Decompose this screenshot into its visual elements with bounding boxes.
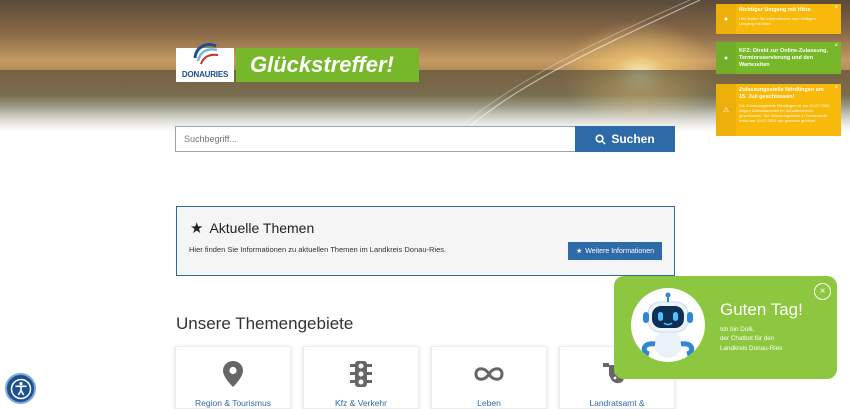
info-icon: ● — [716, 42, 736, 74]
card-label: Kfz & Verkehr — [335, 398, 387, 408]
chatbot-avatar — [631, 288, 705, 362]
card-region-tourismus[interactable]: Region & Tourismus — [175, 346, 291, 409]
card-label: Region & Tourismus — [195, 398, 271, 408]
chatbot-intro: Ich bin Dolli, der Chatbot für den Landk… — [720, 325, 782, 353]
notice-title: Richtiger Umgang mit Hitze — [739, 7, 811, 13]
notice-text: Die Zulassungsstelle Nördlingen ist am 1… — [739, 102, 830, 124]
notice-title: KFZ: Direkt zur Online-Zulassung, Termin… — [739, 48, 828, 68]
site-logo[interactable]: DONAURIES — [176, 43, 234, 82]
info-icon: ● — [716, 4, 736, 34]
chatbot-line: Landkreis Donau-Ries — [720, 344, 783, 352]
section-heading: Unsere Themengebiete — [176, 314, 354, 333]
more-info-button[interactable]: ★ Weitere Informationen — [568, 242, 662, 260]
map-pin-icon — [223, 361, 243, 387]
card-label: Leben — [477, 398, 501, 408]
accessibility-button[interactable] — [5, 373, 36, 404]
search-button[interactable]: Suchen — [575, 126, 675, 152]
more-info-label: Weitere Informationen — [585, 247, 655, 255]
card-leben[interactable]: Leben — [431, 346, 547, 409]
star-icon: ★ — [190, 220, 204, 237]
close-icon[interactable]: × — [834, 85, 838, 91]
chatbot-widget[interactable]: Guten Tag! Ich bin Dolli, der Chatbot fü… — [614, 276, 837, 379]
warning-icon: ⚠ — [716, 84, 736, 136]
robot-icon — [641, 292, 695, 358]
notice-hitze[interactable]: ● Richtiger Umgang mit Hitze Hier finden… — [716, 4, 841, 34]
traffic-light-icon — [350, 361, 372, 387]
themen-title: ★ Aktuelle Themen — [190, 219, 314, 237]
infinity-icon — [474, 367, 504, 381]
claim-banner: Glückstreffer! — [236, 48, 419, 82]
chatbot-line: der Chatbot für den — [720, 335, 775, 343]
close-icon[interactable]: × — [834, 43, 838, 49]
notice-text: Hier finden Sie Informationen zum richti… — [739, 15, 816, 27]
close-icon[interactable]: × — [834, 5, 838, 11]
notice-title: Zulassungsstelle Nördlingen am 15. Juli … — [739, 87, 824, 100]
notice-kfz[interactable]: ● KFZ: Direkt zur Online-Zulassung, Term… — [716, 42, 841, 74]
themen-text: Hier finden Sie Informationen zu aktuell… — [189, 245, 447, 254]
card-kfz-verkehr[interactable]: Kfz & Verkehr — [303, 346, 419, 409]
notice-zulassungsstelle[interactable]: ⚠ Zulassungsstelle Nördlingen am 15. Jul… — [716, 84, 841, 136]
chatbot-line: Ich bin Dolli, — [720, 326, 755, 333]
logo-swoosh-icon — [193, 43, 219, 65]
search-button-label: Suchen — [611, 132, 655, 146]
logo-text: DONAURIES — [181, 70, 229, 79]
card-label: Landratsamt & — [589, 398, 645, 408]
aktuelle-themen-box: ★ Aktuelle Themen Hier finden Sie Inform… — [176, 206, 675, 276]
star-icon: ★ — [575, 248, 583, 255]
search-icon — [595, 133, 606, 145]
search-input[interactable] — [175, 126, 575, 152]
search-bar: Suchen — [175, 126, 675, 152]
accessibility-icon — [10, 378, 31, 399]
chatbot-title: Guten Tag! — [720, 300, 803, 319]
themen-title-text: Aktuelle Themen — [209, 220, 315, 236]
chatbot-close-icon[interactable]: × — [814, 283, 831, 300]
